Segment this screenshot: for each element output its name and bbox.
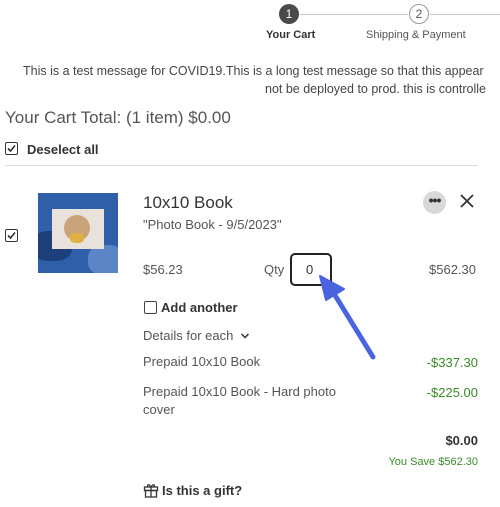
checkmark-icon	[7, 144, 16, 153]
cart-total: Your Cart Total: (1 item) $0.00	[5, 108, 231, 127]
gift-question-label[interactable]: Is this a gift?	[162, 483, 242, 498]
thumbnail-pattern	[88, 245, 118, 273]
step-2-circle[interactable]: 2	[409, 4, 429, 24]
close-icon	[460, 194, 474, 208]
product-subtitle: "Photo Book - 9/5/2023"	[143, 217, 282, 232]
step-1-label[interactable]: Your Cart	[266, 29, 315, 41]
details-for-each-toggle[interactable]: Details for each	[143, 328, 250, 343]
stepper-connector	[430, 14, 500, 15]
gift-icon	[143, 484, 159, 498]
unit-price: $56.23	[143, 262, 183, 277]
discount-amount: -$225.00	[426, 385, 478, 400]
discount-amount: -$337.30	[426, 355, 478, 370]
add-another-label[interactable]: Add another	[161, 300, 238, 315]
step-1-circle[interactable]: 1	[279, 4, 299, 24]
divider	[5, 165, 478, 166]
step-2-label[interactable]: Shipping & Payment	[366, 29, 466, 41]
item-total: $0.00	[445, 433, 478, 448]
banner-message-line-2: not be deployed to prod. this is control…	[265, 82, 486, 96]
discount-label: Prepaid 10x10 Book	[143, 354, 261, 369]
details-for-each-label: Details for each	[143, 328, 234, 343]
quantity-input[interactable]	[290, 253, 332, 286]
thumbnail-photo-subject	[70, 233, 84, 243]
product-title[interactable]: 10x10 Book	[143, 193, 233, 213]
item-select-checkbox[interactable]	[5, 229, 18, 242]
banner-message-line-1: This is a test message for COVID19.This …	[23, 64, 484, 78]
add-another-checkbox[interactable]	[144, 301, 157, 314]
chevron-down-icon	[240, 333, 250, 339]
qty-label: Qty	[264, 262, 285, 277]
more-options-button[interactable]: •••	[423, 191, 446, 214]
stepper-connector	[300, 14, 408, 15]
product-thumbnail[interactable]	[38, 193, 118, 273]
thumbnail-photo	[52, 209, 104, 249]
discount-label: Prepaid 10x10 Book - Hard photo cover	[143, 384, 336, 417]
deselect-all-checkbox[interactable]	[5, 142, 18, 155]
checkmark-icon	[7, 231, 16, 240]
remove-item-button[interactable]	[458, 191, 476, 211]
line-total: $562.30	[429, 262, 476, 277]
deselect-all-label[interactable]: Deselect all	[27, 142, 99, 157]
you-save-text: You Save $562.30	[388, 456, 478, 468]
